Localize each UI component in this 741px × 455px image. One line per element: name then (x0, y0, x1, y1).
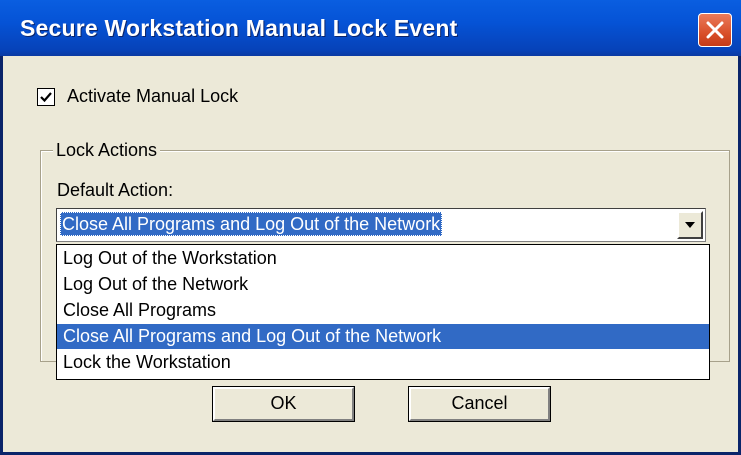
dropdown-arrow-icon (685, 222, 695, 228)
cancel-button[interactable]: Cancel (408, 386, 551, 422)
ok-button[interactable]: OK (212, 386, 355, 422)
window-title: Secure Workstation Manual Lock Event (20, 15, 458, 41)
activate-manual-lock-checkbox[interactable] (37, 88, 55, 106)
combo-dropdown-button[interactable] (677, 211, 703, 239)
ok-button-label: OK (270, 393, 297, 413)
lock-actions-title: Lock Actions (53, 140, 161, 161)
default-action-dropdown-list[interactable]: Log Out of the Workstation Log Out of th… (56, 244, 710, 380)
combo-selected-value: Close All Programs and Log Out of the Ne… (60, 212, 443, 236)
dropdown-option-close-all-and-log-out[interactable]: Close All Programs and Log Out of the Ne… (57, 324, 709, 349)
default-action-label: Default Action: (57, 180, 174, 200)
dropdown-option-log-out-workstation[interactable]: Log Out of the Workstation (57, 246, 709, 271)
activate-manual-lock-label: Activate Manual Lock (67, 86, 239, 106)
checkmark-icon (40, 92, 52, 103)
close-button[interactable] (698, 13, 732, 47)
close-icon (706, 21, 724, 39)
title-bar[interactable]: Secure Workstation Manual Lock Event (0, 0, 741, 56)
dropdown-option-close-all-programs[interactable]: Close All Programs (57, 298, 709, 323)
dropdown-option-log-out-network[interactable]: Log Out of the Network (57, 272, 709, 297)
default-action-combobox[interactable]: Close All Programs and Log Out of the Ne… (56, 208, 706, 242)
cancel-button-label: Cancel (451, 393, 508, 413)
dialog-window: Secure Workstation Manual Lock Event Act… (0, 0, 741, 455)
dropdown-option-lock-workstation[interactable]: Lock the Workstation (57, 350, 709, 375)
